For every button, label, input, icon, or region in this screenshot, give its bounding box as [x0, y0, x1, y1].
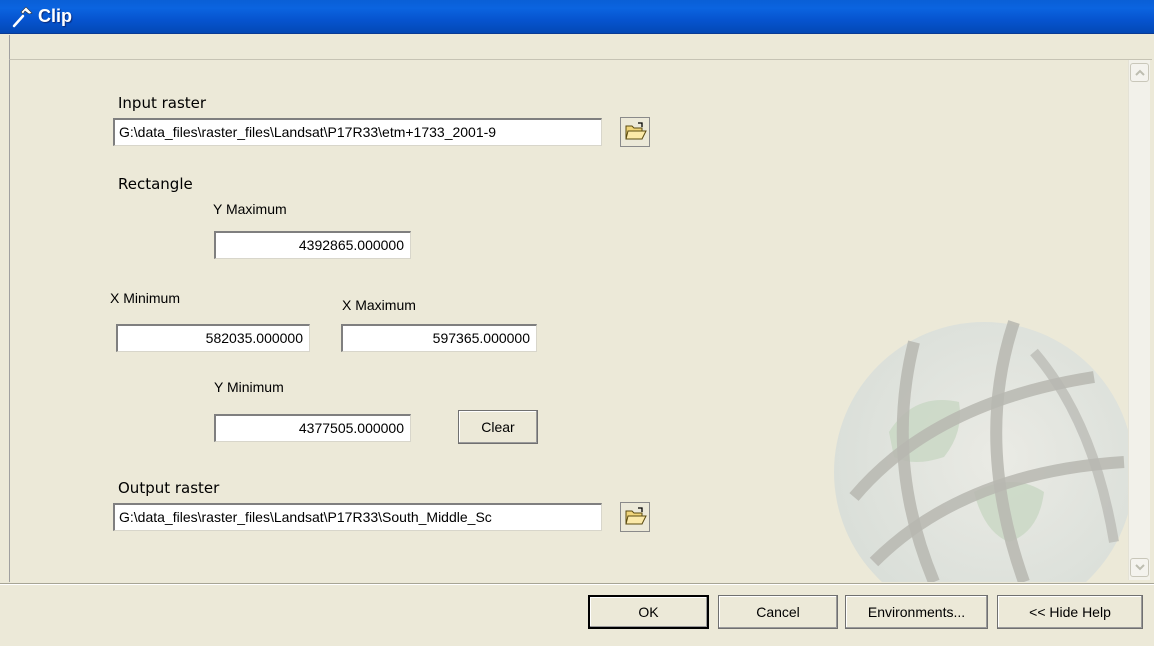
rectangle-label: Rectangle	[118, 175, 193, 193]
window-left-edge	[0, 34, 9, 646]
clear-button[interactable]: Clear	[458, 410, 538, 444]
footer-separator	[0, 583, 1154, 585]
x-maximum-label: X Maximum	[342, 297, 416, 313]
open-folder-icon	[625, 507, 647, 525]
x-maximum-field[interactable]: 597365.000000	[341, 324, 537, 352]
vertical-scrollbar[interactable]	[1128, 60, 1150, 580]
scroll-up-button[interactable]	[1130, 63, 1149, 82]
x-minimum-field[interactable]: 582035.000000	[116, 324, 310, 352]
scroll-down-button[interactable]	[1130, 558, 1149, 577]
globe-watermark-icon	[834, 320, 1134, 582]
y-minimum-label: Y Minimum	[214, 379, 284, 395]
input-raster-label: Input raster	[118, 94, 207, 112]
hammer-icon	[12, 6, 33, 28]
y-maximum-field[interactable]: 4392865.000000	[214, 231, 411, 259]
hide-help-button[interactable]: << Hide Help	[997, 595, 1143, 629]
y-minimum-field[interactable]: 4377505.000000	[214, 414, 411, 442]
x-minimum-label: X Minimum	[110, 290, 181, 306]
output-raster-field[interactable]: G:\data_files\raster_files\Landsat\P17R3…	[113, 503, 602, 531]
ok-button[interactable]: OK	[588, 595, 709, 629]
chevron-down-icon	[1135, 564, 1145, 571]
environments-button[interactable]: Environments...	[845, 595, 988, 629]
window-titlebar[interactable]: Clip	[0, 0, 1154, 34]
window-title: Clip	[38, 6, 72, 26]
open-folder-icon	[625, 122, 647, 140]
y-maximum-label: Y Maximum	[213, 201, 287, 217]
chevron-up-icon	[1135, 69, 1145, 76]
output-raster-browse-button[interactable]	[620, 502, 650, 532]
input-raster-field[interactable]: G:\data_files\raster_files\Landsat\P17R3…	[113, 118, 602, 146]
output-raster-label: Output raster	[118, 479, 220, 497]
input-raster-browse-button[interactable]	[620, 117, 650, 147]
panel-top	[9, 35, 1152, 59]
cancel-button[interactable]: Cancel	[718, 595, 838, 629]
